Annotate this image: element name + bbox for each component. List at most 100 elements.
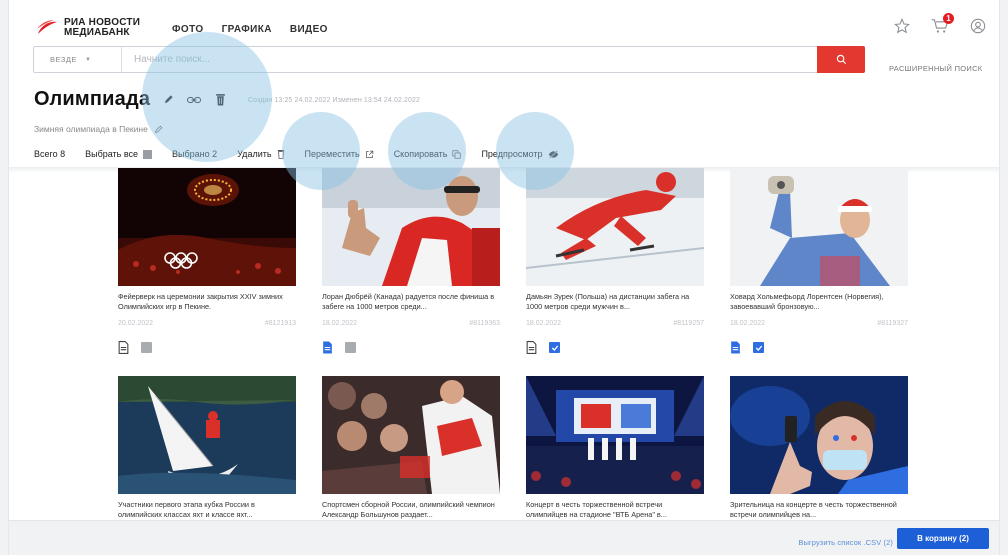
photo-tools	[322, 341, 500, 354]
cart-icon[interactable]: 1	[930, 13, 954, 36]
photo-thumbnail[interactable]	[526, 376, 704, 494]
search-icon	[836, 54, 846, 65]
select-checkbox-checked[interactable]	[549, 342, 560, 353]
photo-caption: Спортсмен сборной России, олимпийский че…	[322, 500, 495, 519]
photo-date: 18.02.2022	[526, 320, 562, 327]
advanced-search-link[interactable]: РАСШИРЕННЫЙ ПОИСК	[889, 64, 982, 73]
photo-card[interactable]: Спортсмен сборной России, олимпийский че…	[322, 376, 500, 521]
photo-card[interactable]: Дамьян Зурек (Польша) на дистанции забег…	[526, 168, 704, 354]
pencil-icon[interactable]	[154, 125, 163, 134]
photo-thumbnail[interactable]	[322, 376, 500, 494]
document-icon[interactable]	[322, 341, 333, 354]
nav-graphics[interactable]: ГРАФИКА	[222, 24, 272, 35]
fireworks-photo	[118, 168, 296, 286]
photo-thumbnail[interactable]	[322, 168, 500, 286]
photo-caption: Зрительница на концерте в честь торжеств…	[730, 500, 897, 519]
trash-icon[interactable]	[212, 92, 228, 108]
select-checkbox[interactable]	[345, 342, 356, 353]
photo-thumbnail[interactable]	[118, 168, 296, 286]
photo-thumbnail[interactable]	[730, 376, 908, 494]
star-icon[interactable]	[892, 16, 912, 36]
export-csv-link[interactable]: Выгрузить список .CSV (2)	[798, 538, 893, 547]
collection-title: Олимпиада	[34, 88, 151, 110]
skater-celebrating-photo	[322, 168, 500, 286]
crowd-autograph-photo	[322, 376, 500, 494]
photo-date: 20.02.2022	[118, 320, 154, 327]
search-scope-value: ВЕЗДЕ	[50, 55, 77, 64]
bottom-action-bar: Выгрузить список .CSV (2) В корзину (2)	[9, 520, 999, 555]
preview-label: Предпросмотр	[481, 149, 543, 159]
search-button[interactable]	[817, 46, 865, 73]
document-icon[interactable]	[730, 341, 741, 354]
external-move-icon	[365, 150, 373, 158]
cart-badge: 1	[943, 13, 954, 24]
photo-caption: Участники первого этапа кубка России в о…	[118, 500, 255, 519]
photo-thumbnail[interactable]	[118, 376, 296, 494]
collection-title-row: Олимпиада	[34, 88, 228, 111]
concert-stage-photo	[526, 376, 704, 494]
select-checkbox-checked[interactable]	[753, 342, 764, 353]
photo-caption: Дамьян Зурек (Польша) на дистанции забег…	[526, 292, 690, 311]
user-icon[interactable]	[968, 16, 988, 36]
photo-card[interactable]: Лоран Дюбрёй (Канада) радуется после фин…	[322, 168, 500, 354]
total-count: Всего 8	[34, 149, 65, 159]
document-icon[interactable]	[118, 341, 129, 354]
photo-caption: Концерт в честь торжественной встречи ол…	[526, 500, 667, 519]
left-rail	[0, 0, 9, 555]
trash-icon	[277, 150, 284, 159]
add-to-cart-button[interactable]: В корзину (2)	[897, 528, 989, 549]
collection-description-row: Зимняя олимпиада в Пекине	[34, 124, 163, 134]
brand-logo[interactable]: РИА НОВОСТИ МЕДИАБАНК	[36, 18, 140, 38]
copy-label: Скопировать	[393, 149, 448, 159]
photo-id: #8119257	[673, 320, 704, 327]
search-bar: ВЕЗДЕ ▼	[33, 46, 865, 73]
photo-info: 18.02.2022 #8119327	[730, 320, 908, 327]
select-checkbox[interactable]	[141, 342, 152, 353]
header-icons: 1	[892, 13, 988, 36]
photo-info: 20.02.2022 #8121913	[118, 320, 296, 327]
select-all-button[interactable]: Выбрать все	[85, 149, 153, 159]
photo-caption: Фейерверк на церемонии закрытия XXIV зим…	[118, 292, 283, 311]
nav-photo[interactable]: ФОТО	[172, 24, 204, 35]
photo-card[interactable]: Концерт в честь торжественной встречи ол…	[526, 376, 704, 521]
photo-caption: Ховард Хольмефьорд Лорентсен (Норвегия),…	[730, 292, 884, 311]
photo-card[interactable]: Ховард Хольмефьорд Лорентсен (Норвегия),…	[730, 168, 908, 354]
speed-skater-photo	[526, 168, 704, 286]
page: { "brand":{"line1":"РИА НОВОСТИ","line2"…	[0, 0, 1008, 555]
select-all-label: Выбрать все	[85, 149, 139, 159]
chevron-down-icon: ▼	[84, 56, 92, 63]
photo-tools	[118, 341, 296, 354]
photo-caption: Лоран Дюбрёй (Канада) радуется после фин…	[322, 292, 495, 311]
nav-video[interactable]: ВИДЕО	[290, 24, 328, 35]
photo-date: 18.02.2022	[730, 320, 766, 327]
check-icon	[551, 345, 558, 351]
photo-id: #8119327	[877, 320, 908, 327]
photo-card[interactable]: Участники первого этапа кубка России в о…	[118, 376, 296, 521]
photo-card[interactable]: Фейерверк на церемонии закрытия XXIV зим…	[118, 168, 296, 354]
photo-tools	[526, 341, 704, 354]
search-scope-select[interactable]: ВЕЗДЕ ▼	[34, 47, 122, 72]
bronze-medalist-photo	[730, 168, 908, 286]
photo-id: #8121913	[264, 320, 296, 327]
check-icon	[755, 345, 762, 351]
photo-date: 18.02.2022	[322, 320, 358, 327]
photo-card[interactable]: Зрительница на концерте в честь торжеств…	[730, 376, 908, 521]
document-icon[interactable]	[526, 341, 537, 354]
search-input[interactable]	[122, 47, 864, 72]
selection-toolbar: Всего 8 Выбрать все Выбрано 2 Удалить Пе…	[34, 149, 579, 159]
delete-button[interactable]: Удалить	[237, 149, 284, 159]
collection-description: Зимняя олимпиада в Пекине	[34, 124, 148, 134]
photo-thumbnail[interactable]	[730, 168, 908, 286]
move-button[interactable]: Переместить	[305, 149, 374, 159]
photo-info: 18.02.2022 #8119363	[322, 320, 500, 327]
preview-button[interactable]: Предпросмотр	[481, 149, 558, 159]
top-nav: ФОТО ГРАФИКА ВИДЕО	[172, 24, 328, 35]
link-icon[interactable]	[186, 92, 202, 108]
selected-count: Выбрано 2	[172, 149, 217, 159]
pencil-icon[interactable]	[160, 92, 176, 108]
sailing-yacht-photo	[118, 376, 296, 494]
photo-thumbnail[interactable]	[526, 168, 704, 286]
copy-button[interactable]: Скопировать	[394, 149, 462, 159]
eye-off-icon	[548, 150, 558, 158]
fan-with-phone-photo	[730, 376, 908, 494]
